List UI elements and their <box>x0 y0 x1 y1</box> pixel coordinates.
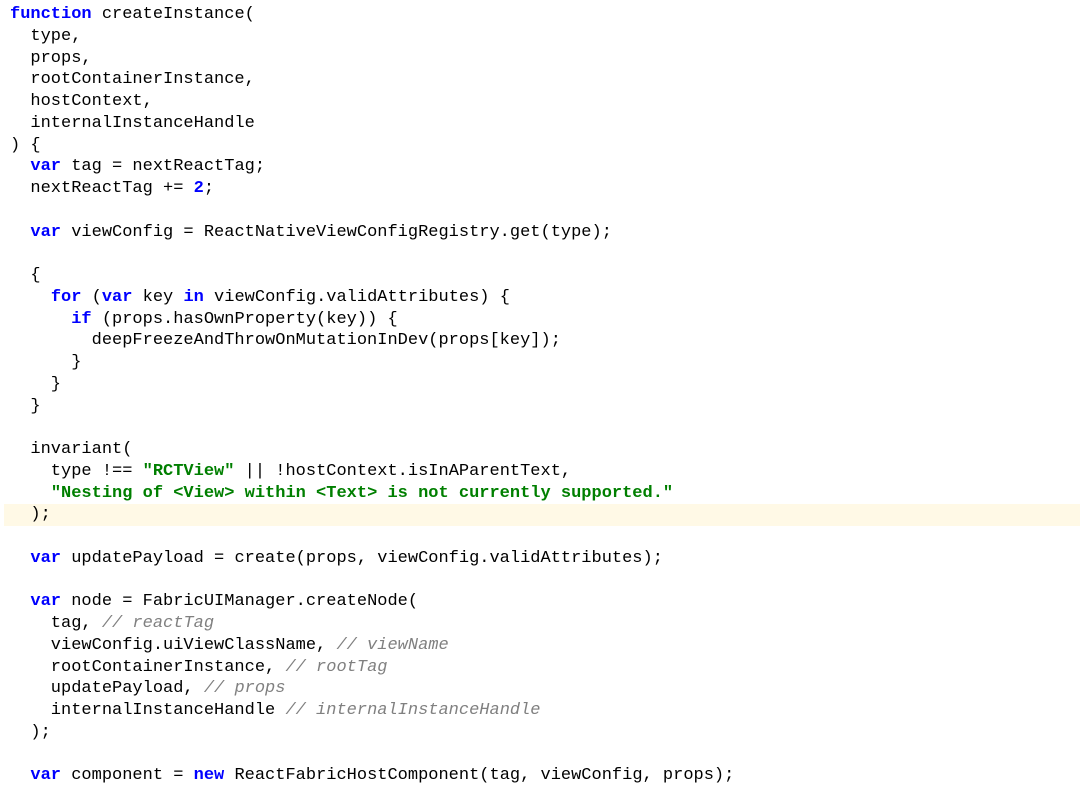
token-kw: var <box>30 223 61 242</box>
token-plain <box>10 484 51 503</box>
code-line[interactable]: { <box>4 265 1080 287</box>
code-line[interactable]: rootContainerInstance, // rootTag <box>4 657 1080 679</box>
token-plain: { <box>10 266 41 285</box>
code-line[interactable]: internalInstanceHandle // internalInstan… <box>4 700 1080 722</box>
token-kw: in <box>183 288 203 307</box>
code-line[interactable]: function createInstance( <box>4 4 1080 26</box>
code-line[interactable]: deepFreezeAndThrowOnMutationInDev(props[… <box>4 330 1080 352</box>
code-line[interactable]: ); <box>4 722 1080 744</box>
code-line[interactable] <box>4 744 1080 766</box>
token-str: "RCTView" <box>143 462 235 481</box>
token-plain: ( <box>81 288 101 307</box>
code-line[interactable]: type !== "RCTView" || !hostContext.isInA… <box>4 461 1080 483</box>
code-line[interactable]: } <box>4 374 1080 396</box>
token-plain <box>10 766 30 785</box>
token-kw: function <box>10 5 92 24</box>
token-cmt: // reactTag <box>102 614 214 633</box>
token-plain: createInstance( <box>92 5 255 24</box>
token-plain: (props.hasOwnProperty(key)) { <box>92 310 398 329</box>
code-line[interactable]: internalInstanceHandle <box>4 113 1080 135</box>
token-cmt: // rootTag <box>285 658 387 677</box>
code-line[interactable]: rootContainerInstance, <box>4 69 1080 91</box>
token-str: "Nesting of <View> within <Text> is not … <box>51 484 673 503</box>
token-cmt: // internalInstanceHandle <box>285 701 540 720</box>
token-kw: var <box>30 592 61 611</box>
token-plain <box>10 288 51 307</box>
code-line[interactable] <box>4 526 1080 548</box>
code-line[interactable]: var node = FabricUIManager.createNode( <box>4 591 1080 613</box>
code-line[interactable]: tag, // reactTag <box>4 613 1080 635</box>
token-plain: ) { <box>10 136 41 155</box>
code-line[interactable]: } <box>4 396 1080 418</box>
token-plain: tag, <box>10 614 102 633</box>
code-line[interactable]: invariant( <box>4 439 1080 461</box>
code-line[interactable]: ) { <box>4 135 1080 157</box>
token-num: 2 <box>194 179 204 198</box>
token-plain: hostContext, <box>10 92 153 111</box>
token-plain: nextReactTag += <box>10 179 194 198</box>
token-plain: node = FabricUIManager.createNode( <box>61 592 418 611</box>
code-line[interactable]: var component = new ReactFabricHostCompo… <box>4 765 1080 787</box>
token-kw: var <box>30 549 61 568</box>
token-plain: || !hostContext.isInAParentText, <box>234 462 571 481</box>
token-plain: invariant( <box>10 440 132 459</box>
token-plain <box>10 310 71 329</box>
token-plain: props, <box>10 49 92 68</box>
token-plain: viewConfig.validAttributes) { <box>204 288 510 307</box>
token-plain <box>10 223 30 242</box>
token-plain: type, <box>10 27 81 46</box>
code-line[interactable]: updatePayload, // props <box>4 678 1080 700</box>
token-plain: type !== <box>10 462 143 481</box>
token-plain: key <box>132 288 183 307</box>
code-line[interactable]: viewConfig.uiViewClassName, // viewName <box>4 635 1080 657</box>
token-plain: rootContainerInstance, <box>10 70 255 89</box>
token-plain <box>10 157 30 176</box>
token-plain <box>10 592 30 611</box>
code-line[interactable] <box>4 243 1080 265</box>
code-line[interactable]: for (var key in viewConfig.validAttribut… <box>4 287 1080 309</box>
token-plain: deepFreezeAndThrowOnMutationInDev(props[… <box>10 331 561 350</box>
token-plain: ; <box>204 179 214 198</box>
code-line[interactable]: type, <box>4 26 1080 48</box>
token-plain: internalInstanceHandle <box>10 114 255 133</box>
token-plain: updatePayload = create(props, viewConfig… <box>61 549 663 568</box>
token-plain: updatePayload, <box>10 679 204 698</box>
token-plain: viewConfig = ReactNativeViewConfigRegist… <box>61 223 612 242</box>
token-new: new <box>194 766 225 785</box>
code-editor[interactable]: function createInstance( type, props, ro… <box>4 4 1080 787</box>
code-line[interactable]: var tag = nextReactTag; <box>4 156 1080 178</box>
token-kw: var <box>30 157 61 176</box>
token-cmt: // viewName <box>336 636 448 655</box>
code-line[interactable]: } <box>4 352 1080 374</box>
token-plain: rootContainerInstance, <box>10 658 285 677</box>
code-line[interactable] <box>4 417 1080 439</box>
token-kw: for <box>51 288 82 307</box>
token-kw: if <box>71 310 91 329</box>
token-plain: component = <box>61 766 194 785</box>
token-plain: ); <box>10 505 51 524</box>
token-plain: ReactFabricHostComponent(tag, viewConfig… <box>224 766 734 785</box>
code-line[interactable] <box>4 200 1080 222</box>
token-kw: var <box>102 288 133 307</box>
code-line[interactable]: "Nesting of <View> within <Text> is not … <box>4 483 1080 505</box>
token-plain: tag = nextReactTag; <box>61 157 265 176</box>
code-line[interactable]: hostContext, <box>4 91 1080 113</box>
code-line[interactable]: if (props.hasOwnProperty(key)) { <box>4 309 1080 331</box>
code-line[interactable]: var viewConfig = ReactNativeViewConfigRe… <box>4 222 1080 244</box>
code-line[interactable]: var updatePayload = create(props, viewCo… <box>4 548 1080 570</box>
token-kw: var <box>30 766 61 785</box>
token-plain: } <box>10 397 41 416</box>
code-line[interactable]: ); <box>4 504 1080 526</box>
token-plain: internalInstanceHandle <box>10 701 285 720</box>
token-plain: viewConfig.uiViewClassName, <box>10 636 336 655</box>
code-line[interactable]: props, <box>4 48 1080 70</box>
token-plain: } <box>10 375 61 394</box>
token-plain: } <box>10 353 81 372</box>
code-line[interactable]: nextReactTag += 2; <box>4 178 1080 200</box>
token-cmt: // props <box>204 679 286 698</box>
token-plain <box>10 549 30 568</box>
token-plain: ); <box>10 723 51 742</box>
code-line[interactable] <box>4 570 1080 592</box>
